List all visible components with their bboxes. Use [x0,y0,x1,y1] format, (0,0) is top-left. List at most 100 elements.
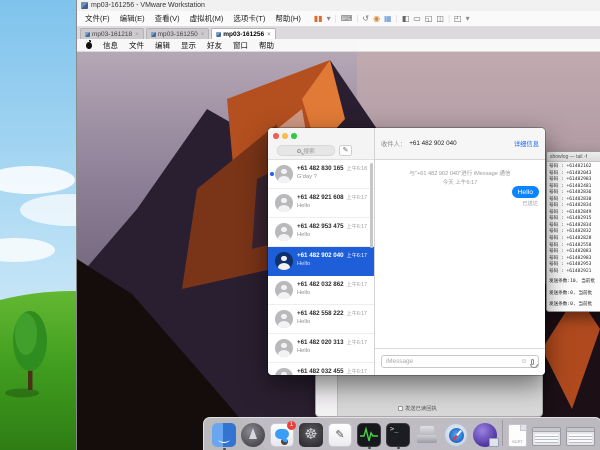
sidebar-scrollbar[interactable] [370,163,373,248]
vmware-toolbar-icon[interactable]: ◰ [454,15,462,23]
macos-menu-item[interactable]: 帮助 [259,40,274,51]
launchpad-icon[interactable] [241,423,265,447]
network-globe-icon[interactable] [473,423,497,447]
avatar [275,252,293,270]
macos-menubar: 信息文件编辑显示好友窗口帮助 [77,39,600,52]
chat-header: 收件人： +61 482 902 040 详细信息 [375,128,545,160]
terminal-titlebar[interactable]: showlog — tail -f [547,152,600,162]
vmware-menu-item[interactable]: 编辑(E) [115,12,150,25]
conversation-time: 上午6:17 [347,339,367,346]
vmware-vm-tab[interactable]: mp03-161218 [80,28,144,39]
printer-icon[interactable] [415,423,439,447]
vmware-window-title: mp03-161256 - VMware Workstation [91,2,205,9]
terminal-log-line: 号码 : +61482921 [549,269,600,276]
vmware-menu-item[interactable]: 虚拟机(M) [185,12,229,25]
search-input[interactable]: 搜索 [277,145,335,156]
vm-tab-icon [85,32,90,37]
minimized-window-2[interactable] [566,427,595,446]
conversation-row[interactable]: +61 482 032 862 Hello 上午6:17 [268,276,374,305]
vmware-toolbar-icon[interactable]: ▾ [466,15,470,23]
vmware-vm-tab[interactable]: mp03-161256 [211,28,275,39]
macos-menu-item[interactable]: 信息 [103,40,118,51]
terminal-log: 号码 : +61482162号码 : +61482043号码 : +614829… [547,162,600,275]
close-button[interactable] [273,133,279,139]
vmware-toolbar-icon[interactable]: ▦ [384,15,392,23]
apple-menu-icon[interactable] [86,42,92,49]
macos-menu-items: 信息文件编辑显示好友窗口帮助 [103,40,274,51]
session-date: 今天 上午6:17 [375,178,545,186]
vmware-toolbar-icon[interactable]: ▾ [327,15,331,23]
safari-icon[interactable] [444,423,468,447]
vmware-toolbar-icon[interactable]: ◉ [373,15,380,23]
vmware-menu-item[interactable]: 选项卡(T) [228,12,270,25]
vmware-toolbar-icon[interactable]: | [396,15,398,23]
vmware-toolbar-icon[interactable]: ▭ [413,15,421,23]
message-input[interactable]: iMessage ☺ [381,355,539,368]
vmware-vm-tab[interactable]: mp03-161250 [146,28,210,39]
macos-menu-item[interactable]: 窗口 [233,40,248,51]
conversation-preview: Hello [297,261,310,267]
conversation-row[interactable]: +61 482 032 455 上午6:17 [268,363,374,375]
vmware-tabbar: mp03-161218 mp03-161250 mp03-161256 [77,27,600,39]
vmware-toolbar-icon[interactable]: ⌨ [341,15,353,23]
messages-app-icon[interactable]: 1 [270,423,294,447]
vmware-toolbar-icon[interactable]: | [448,15,450,23]
delivery-status: 已送达 [522,200,538,207]
chat-panel: 收件人： +61 482 902 040 详细信息 与"+61 482 902 … [375,128,545,375]
vm-tab-close-icon[interactable] [200,31,205,38]
vmware-menu-item[interactable]: 帮助(H) [270,12,305,25]
finder-icon[interactable] [212,423,236,447]
conversation-preview: Hello [297,203,310,209]
compose-button[interactable]: ✎ [339,145,352,156]
vmware-toolbar-icon[interactable]: ◧ [402,15,410,23]
terminal-app-icon[interactable]: >_ [386,423,410,447]
vmware-menu-item[interactable]: 文件(F) [80,12,115,25]
conversation-row[interactable]: +61 482 953 475 Hello 上午6:17 [268,218,374,247]
avatar [275,281,293,299]
terminal-footer-line: 发送条数:0, 当前批 [549,291,600,298]
details-link[interactable]: 详细信息 [514,139,539,148]
vmware-menu-item[interactable]: 查看(V) [150,12,185,25]
vm-tab-close-icon[interactable] [134,31,139,38]
macos-menu-item[interactable]: 显示 [181,40,196,51]
minimized-window-1[interactable] [532,427,561,446]
vmware-toolbar-icon[interactable]: ↺ [362,15,369,23]
terminal-footer-line: 发送条数:0, 当前批 [549,302,600,309]
vmware-toolbar-icon[interactable]: ◫ [436,15,444,23]
conversation-number: +61 482 902 040 [297,252,344,259]
macos-menu-item[interactable]: 编辑 [155,40,170,51]
checkbox-label: 发送已读回执 [405,404,437,412]
activity-monitor-icon[interactable] [357,423,381,447]
conversation-row[interactable]: +61 482 558 222 Hello 上午6:17 [268,305,374,334]
macos-menu-item[interactable]: 好友 [207,40,222,51]
terminal-window[interactable]: showlog — tail -f 号码 : +61482162号码 : +61… [546,151,600,312]
macos-menu-item[interactable]: 文件 [129,40,144,51]
textedit-icon[interactable]: ✎ [328,423,352,447]
script-file-label: SCPT [509,439,526,444]
zoom-button[interactable] [291,133,297,139]
vmware-toolbar-icon[interactable]: | [335,15,337,23]
system-preferences-icon[interactable]: ☸ [299,423,323,447]
minimize-button[interactable] [282,133,288,139]
conversation-row[interactable]: +61 482 830 165 G'day ? 上午6:18 [268,160,374,189]
vmware-toolbar-icon[interactable]: ◱ [425,15,433,23]
emoji-picker-icon[interactable]: ☺ [520,358,527,365]
vmware-toolbar-icon[interactable]: | [356,15,358,23]
vmware-titlebar[interactable]: mp03-161256 - VMware Workstation [77,0,600,11]
conversation-row[interactable]: +61 482 020 313 Hello 上午6:17 [268,334,374,363]
conversation-row[interactable]: +61 482 902 040 Hello 上午6:17 [268,247,374,276]
vmware-window: mp03-161256 - VMware Workstation 文件(F)编辑… [76,0,600,450]
conversation-preview: Hello [297,319,310,325]
vm-tab-close-icon[interactable] [266,31,271,38]
outgoing-message-bubble: Hello [512,186,540,198]
messages-sidebar: 搜索 ✎ +61 482 830 165 G'day ? 上午6:18 [268,128,375,375]
vmware-toolbar-icon[interactable]: ▮▮ [314,15,323,23]
conversation-number: +61 482 830 165 [297,165,344,172]
checkbox[interactable] [398,406,403,411]
microphone-icon[interactable] [531,359,535,365]
background-checkbox-row: 发送已读回执 [398,404,437,412]
conversation-row[interactable]: +61 482 921 608 Hello 上午6:17 [268,189,374,218]
avatar [275,310,293,328]
avatar [275,339,293,357]
script-file-icon[interactable]: SCPT [508,424,527,447]
